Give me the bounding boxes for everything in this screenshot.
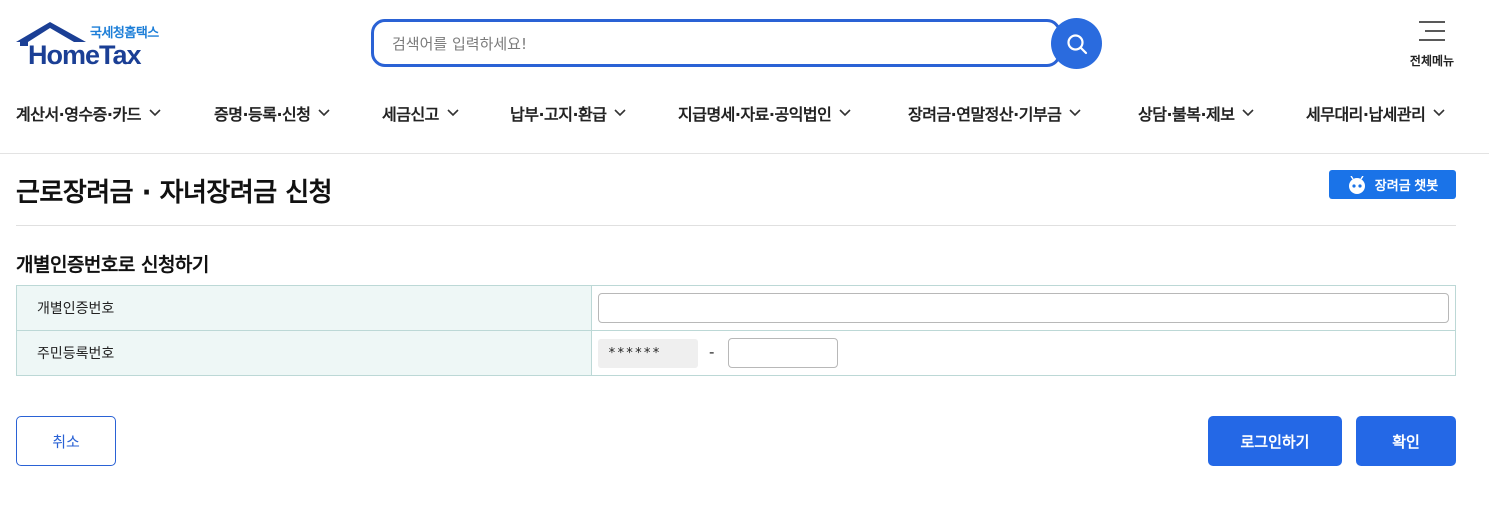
search-box xyxy=(371,19,1061,67)
rrn-label: 주민등록번호 xyxy=(17,331,592,375)
logo-subtitle: 국세청홈택스 xyxy=(90,26,159,41)
rrn-front-masked: ****** xyxy=(598,339,698,368)
gnb-item-invoices[interactable]: 계산서·영수증·카드 xyxy=(16,98,161,128)
section-title: 개별인증번호로 신청하기 xyxy=(16,254,209,276)
search-button[interactable] xyxy=(1051,18,1102,69)
gnb-item-certificates[interactable]: 증명·등록·신청 xyxy=(214,98,331,128)
chevron-down-icon xyxy=(1242,109,1255,117)
site-header: 국세청홈택스 HomeTax 전체메뉴 계산서·영수증·카드 증명·등록·신청 xyxy=(0,0,1489,154)
form-row-auth-number: 개별인증번호 xyxy=(17,286,1455,331)
rrn-dash: - xyxy=(709,343,715,361)
gnb-item-consultation[interactable]: 상담·불복·제보 xyxy=(1138,98,1255,128)
chevron-down-icon xyxy=(1433,109,1445,117)
chevron-down-icon xyxy=(149,109,161,117)
auth-number-label: 개별인증번호 xyxy=(17,286,592,330)
chatbot-icon xyxy=(1348,175,1365,194)
logo-title: HomeTax xyxy=(28,40,142,70)
gnb-item-label: 상담·불복·제보 xyxy=(1138,105,1235,124)
global-navigation: 계산서·영수증·카드 증명·등록·신청 세금신고 납부·고지·환급 지급명세·자… xyxy=(0,98,1489,128)
hometax-logo[interactable]: 국세청홈택스 HomeTax xyxy=(16,18,168,70)
all-menu-button[interactable]: 전체메뉴 xyxy=(1400,18,1464,70)
chevron-down-icon xyxy=(839,109,851,117)
chatbot-label: 장려금 챗봇 xyxy=(1374,178,1439,193)
gnb-item-payment[interactable]: 납부·고지·환급 xyxy=(510,98,627,128)
rrn-back-input[interactable] xyxy=(728,338,838,368)
gnb-item-statements[interactable]: 지급명세·자료·공익법인 xyxy=(678,98,851,128)
chevron-down-icon xyxy=(318,109,331,117)
gnb-item-label: 계산서·영수증·카드 xyxy=(16,105,141,124)
gnb-item-label: 세무대리·납세관리 xyxy=(1306,105,1426,124)
title-divider xyxy=(16,225,1456,226)
auth-form-table: 개별인증번호 주민등록번호 ****** - xyxy=(16,285,1456,376)
gnb-item-tax-agent[interactable]: 세무대리·납세관리 xyxy=(1306,98,1445,128)
gnb-item-label: 세금신고 xyxy=(382,105,439,124)
auth-number-input[interactable] xyxy=(598,293,1449,323)
gnb-item-label: 증명·등록·신청 xyxy=(214,105,311,124)
gnb-item-label: 장려금·연말정산·기부금 xyxy=(908,105,1062,124)
confirm-button[interactable]: 확인 xyxy=(1356,416,1456,466)
form-row-rrn: 주민등록번호 ****** - xyxy=(17,331,1455,375)
incentive-chatbot-button[interactable]: 장려금 챗봇 xyxy=(1329,170,1456,199)
search-input[interactable] xyxy=(392,32,1012,56)
search-bar xyxy=(371,18,1103,69)
cancel-button[interactable]: 취소 xyxy=(16,416,116,466)
hamburger-icon xyxy=(1419,21,1445,41)
gnb-item-label: 납부·고지·환급 xyxy=(510,105,607,124)
auth-number-cell xyxy=(592,286,1455,330)
gnb-item-tax-filing[interactable]: 세금신고 xyxy=(382,98,459,128)
gnb-item-incentives[interactable]: 장려금·연말정산·기부금 xyxy=(908,98,1081,128)
search-icon xyxy=(1066,33,1087,54)
page-title: 근로장려금 · 자녀장려금 신청 xyxy=(16,178,333,208)
chevron-down-icon xyxy=(447,109,459,117)
rrn-cell: ****** - xyxy=(592,331,1455,375)
login-button[interactable]: 로그인하기 xyxy=(1208,416,1342,466)
gnb-item-label: 지급명세·자료·공익법인 xyxy=(678,105,832,124)
chevron-down-icon xyxy=(614,109,627,117)
all-menu-label: 전체메뉴 xyxy=(1409,54,1455,68)
chevron-down-icon xyxy=(1069,109,1081,117)
